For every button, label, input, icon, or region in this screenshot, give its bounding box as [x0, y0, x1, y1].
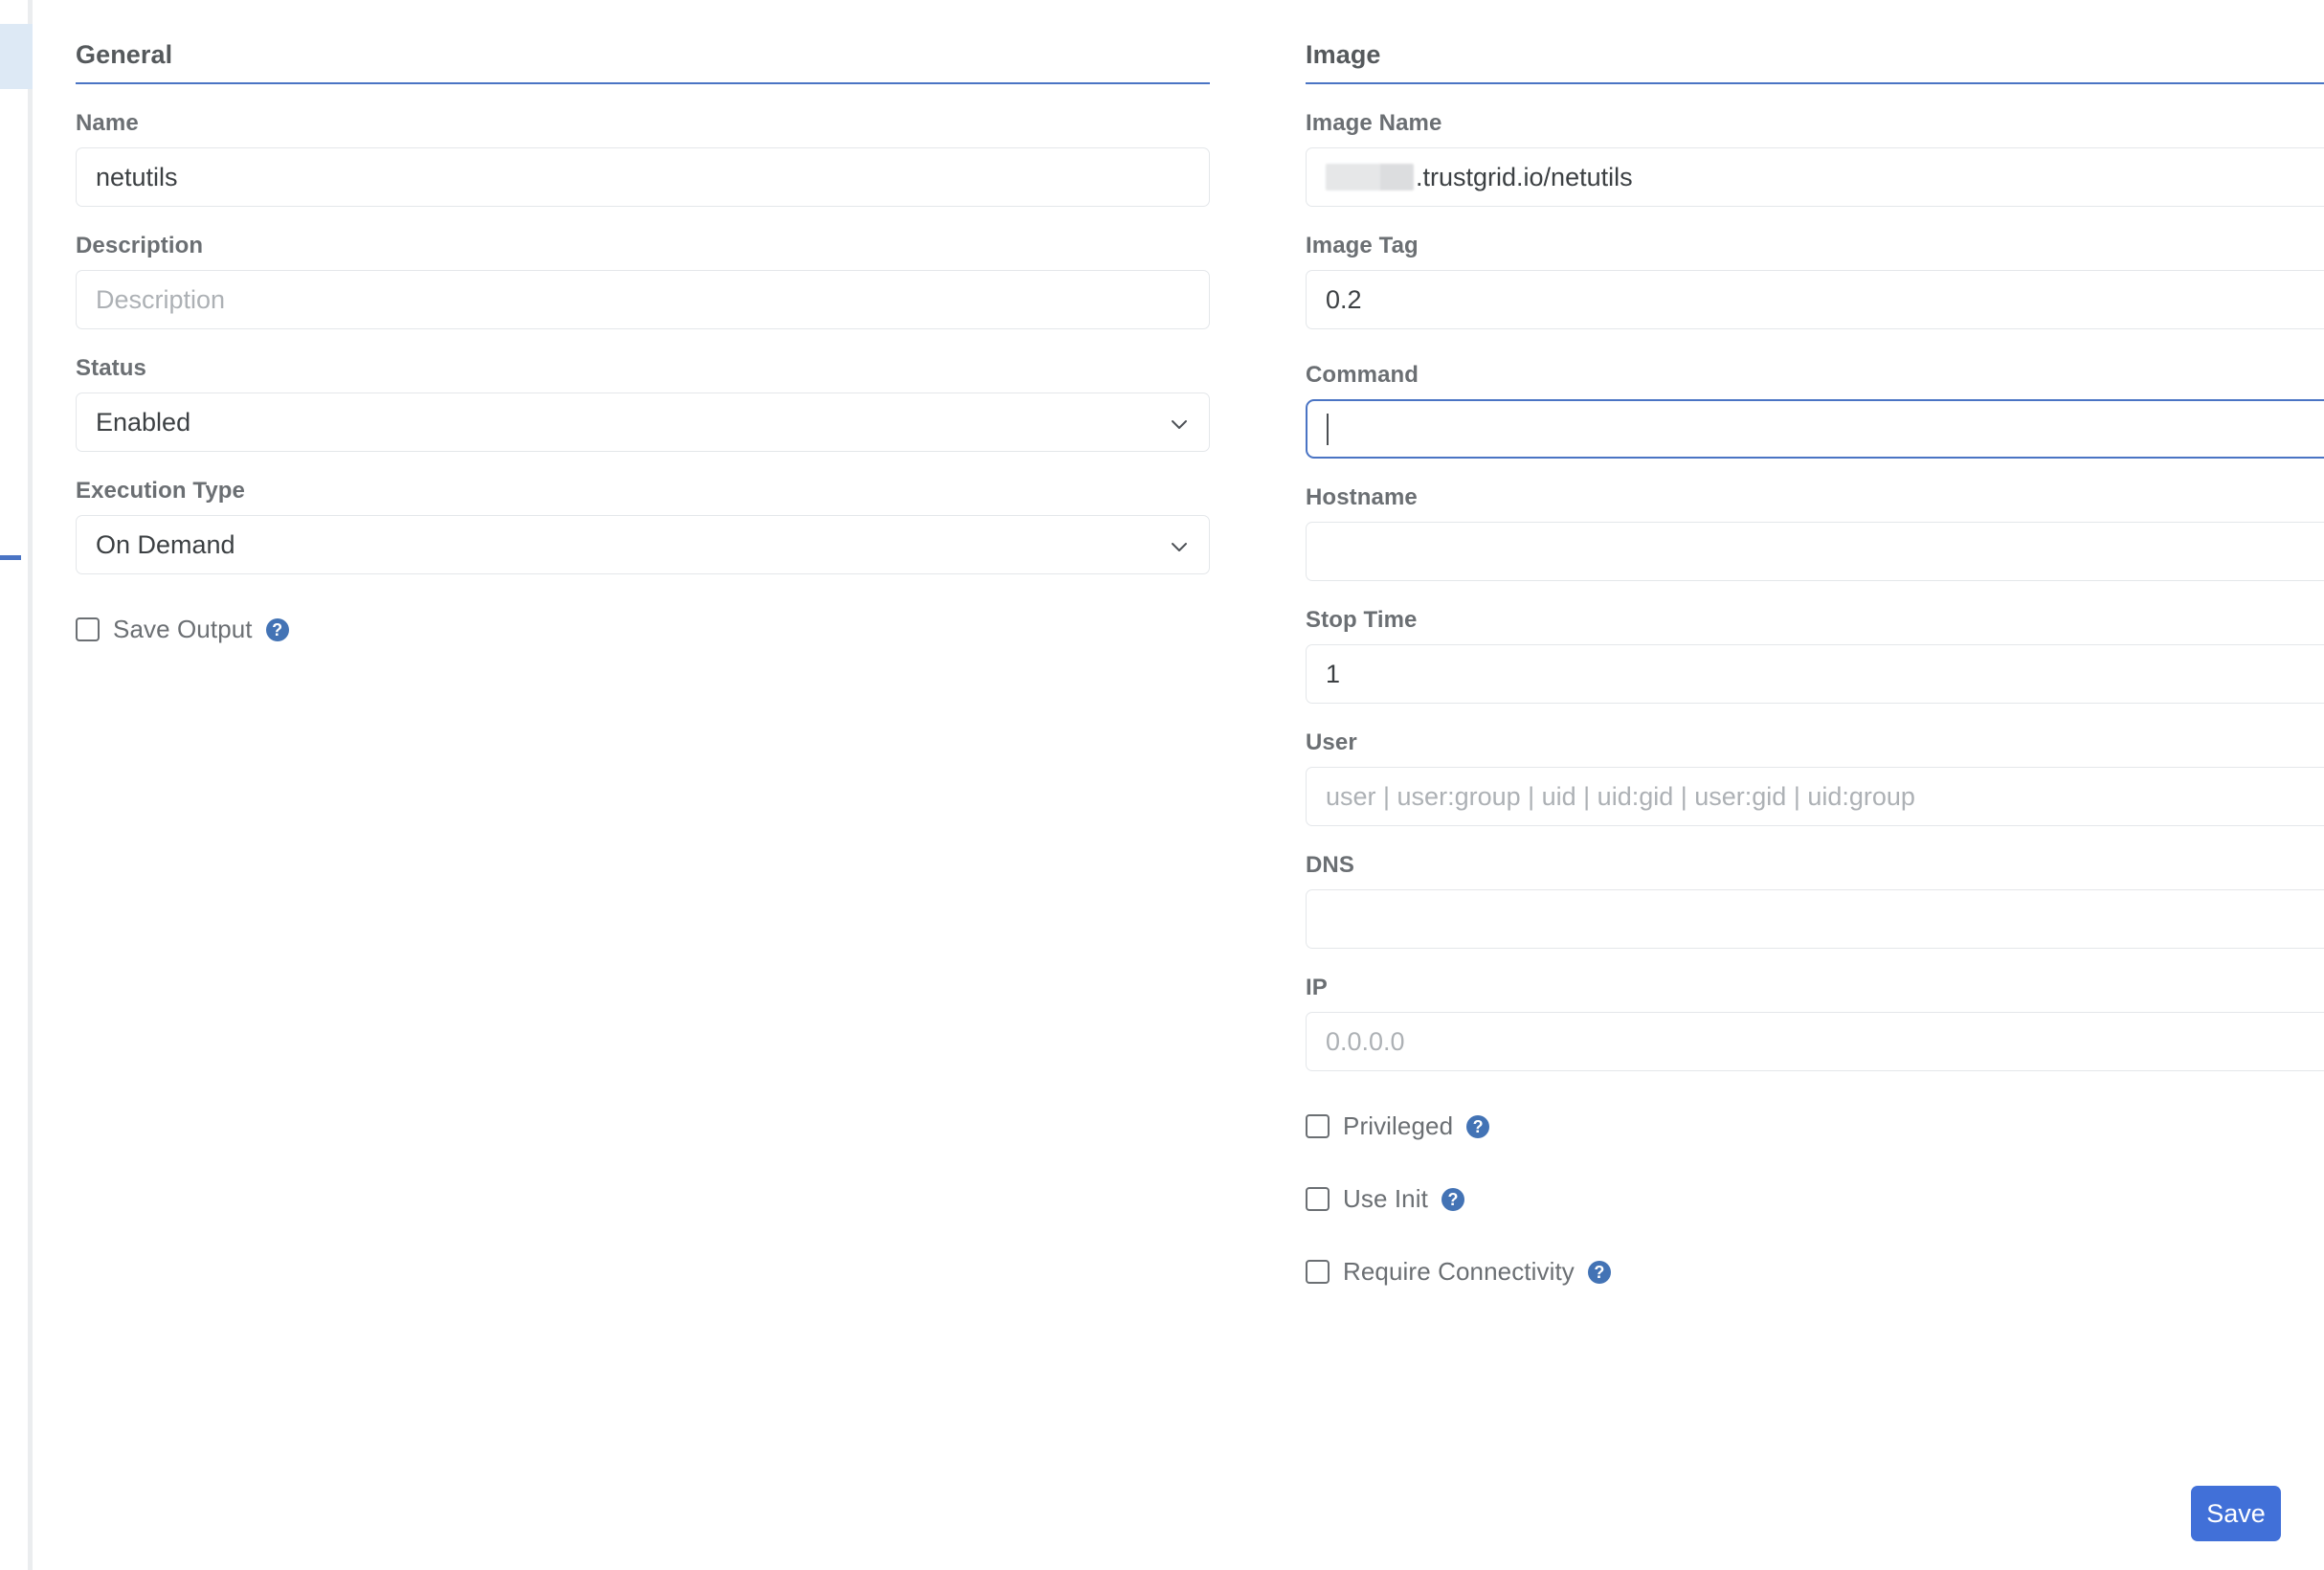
- user-row: user | user:group | uid | uid:gid | user…: [1306, 767, 2324, 826]
- privileged-checkbox[interactable]: [1306, 1114, 1330, 1138]
- field-stop-time: Stop Time 1 ?: [1306, 607, 2324, 704]
- require-connectivity-checkbox[interactable]: [1306, 1260, 1330, 1284]
- user-label: User: [1306, 729, 1357, 755]
- ip-label: IP: [1306, 975, 1328, 1000]
- general-section-rule: [76, 82, 1210, 84]
- chevron-down-icon: [1169, 412, 1190, 433]
- form-content: General Name netutils Description Descri…: [33, 0, 2324, 1570]
- field-hostname: Hostname ?: [1306, 484, 2324, 581]
- sidebar-rail: [0, 0, 33, 1570]
- status-select-value: Enabled: [96, 407, 191, 437]
- stop-time-label: Stop Time: [1306, 607, 1418, 633]
- sidebar-active-item[interactable]: [0, 24, 33, 89]
- stop-time-input[interactable]: 1: [1306, 644, 2324, 704]
- save-output-checkbox[interactable]: [76, 617, 100, 641]
- hostname-input[interactable]: [1306, 522, 2324, 581]
- image-section: Image Image Name .trustgrid.io/netutils: [1306, 0, 2324, 1287]
- command-label: Command: [1306, 362, 1419, 388]
- redacted-registry-host: [1326, 164, 1414, 191]
- field-image-tag: Image Tag 0.2: [1306, 233, 2324, 329]
- save-button[interactable]: Save: [2191, 1486, 2281, 1541]
- sidebar-marker: [0, 555, 21, 560]
- use-init-row: Use Init ?: [1306, 1184, 2324, 1214]
- name-label: Name: [76, 110, 139, 136]
- save-output-row: Save Output ?: [76, 615, 1210, 644]
- hostname-row: ?: [1306, 522, 2324, 581]
- use-init-label: Use Init: [1343, 1184, 1428, 1213]
- command-row: ?: [1306, 399, 2324, 459]
- text-caret: [1327, 413, 1329, 445]
- field-ip: IP 0.0.0.0 ?: [1306, 975, 2324, 1071]
- help-icon[interactable]: ?: [1587, 1260, 1611, 1284]
- dns-input[interactable]: [1306, 889, 2324, 949]
- save-output-label: Save Output: [113, 615, 253, 643]
- field-execution-type: Execution Type On Demand: [76, 478, 1210, 574]
- user-input[interactable]: user | user:group | uid | uid:gid | user…: [1306, 767, 2324, 826]
- field-command: Command ?: [1306, 362, 2324, 459]
- status-label: Status: [76, 355, 146, 381]
- require-connectivity-label: Require Connectivity: [1343, 1257, 1575, 1286]
- execution-type-label: Execution Type: [76, 478, 245, 504]
- ip-input[interactable]: 0.0.0.0: [1306, 1012, 2324, 1071]
- description-label: Description: [76, 233, 204, 258]
- general-section-title: General: [76, 40, 173, 69]
- image-tag-input[interactable]: 0.2: [1306, 270, 2324, 329]
- help-icon[interactable]: ?: [1441, 1187, 1464, 1211]
- ip-row: 0.0.0.0 ?: [1306, 1012, 2324, 1071]
- help-icon[interactable]: ?: [265, 617, 289, 641]
- execution-type-select-value: On Demand: [96, 529, 235, 559]
- image-tag-row: 0.2: [1306, 270, 2324, 329]
- help-icon[interactable]: ?: [1466, 1114, 1490, 1138]
- image-tag-label: Image Tag: [1306, 233, 1419, 258]
- field-user: User user | user:group | uid | uid:gid |…: [1306, 729, 2324, 826]
- status-select[interactable]: Enabled: [76, 392, 1210, 452]
- privileged-row: Privileged ?: [1306, 1111, 2324, 1141]
- field-image-name: Image Name .trustgrid.io/netutils: [1306, 110, 2324, 207]
- image-name-row: .trustgrid.io/netutils: [1306, 147, 2324, 207]
- dns-row: ?: [1306, 889, 2324, 949]
- privileged-label: Privileged: [1343, 1111, 1454, 1140]
- image-name-label: Image Name: [1306, 110, 1442, 136]
- general-section: General Name netutils Description Descri…: [76, 0, 1210, 644]
- name-input[interactable]: netutils: [76, 147, 1210, 207]
- stop-time-row: 1 ?: [1306, 644, 2324, 704]
- image-name-input[interactable]: .trustgrid.io/netutils: [1306, 147, 2324, 207]
- field-name: Name netutils: [76, 110, 1210, 207]
- use-init-checkbox[interactable]: [1306, 1187, 1330, 1211]
- image-section-rule: [1306, 82, 2324, 84]
- image-section-title: Image: [1306, 40, 1381, 69]
- app-root: General Name netutils Description Descri…: [0, 0, 2324, 1570]
- require-connectivity-row: Require Connectivity ?: [1306, 1257, 2324, 1287]
- field-status: Status Enabled: [76, 355, 1210, 452]
- field-description: Description Description: [76, 233, 1210, 329]
- command-input[interactable]: [1306, 399, 2324, 459]
- hostname-label: Hostname: [1306, 484, 1418, 510]
- dns-label: DNS: [1306, 852, 1354, 878]
- chevron-down-icon: [1169, 534, 1190, 555]
- description-input[interactable]: Description: [76, 270, 1210, 329]
- image-name-value: .trustgrid.io/netutils: [1416, 162, 1633, 191]
- execution-type-select[interactable]: On Demand: [76, 515, 1210, 574]
- field-dns: DNS ?: [1306, 852, 2324, 949]
